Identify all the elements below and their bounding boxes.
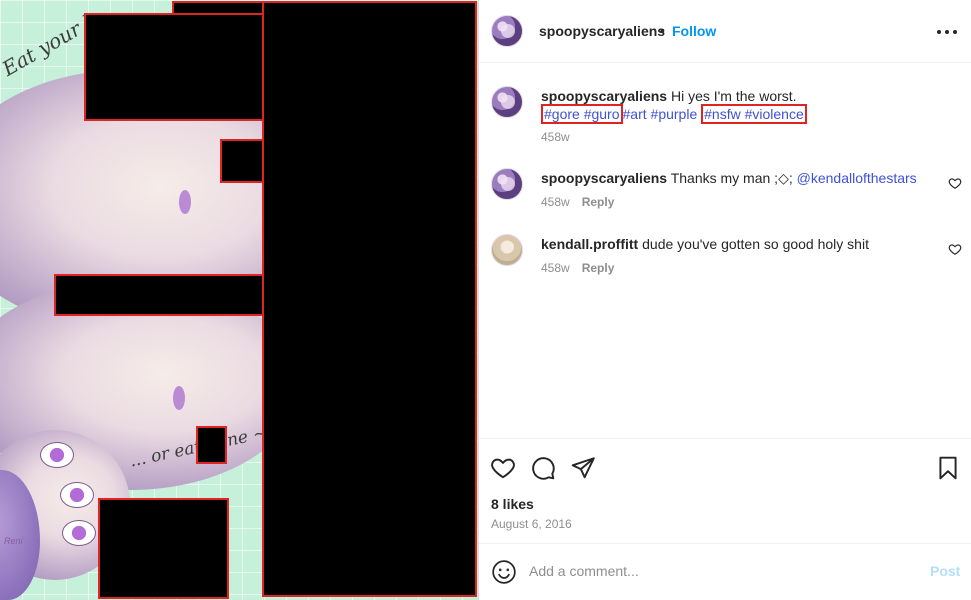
image-detail-2 xyxy=(173,386,185,410)
highlight-box: #nsfw #violence xyxy=(701,104,807,124)
redaction-box xyxy=(84,13,264,121)
caption-username[interactable]: spoopyscaryaliens xyxy=(541,88,667,104)
caption-time[interactable]: 458w xyxy=(541,130,570,144)
comment-icon[interactable] xyxy=(530,455,556,481)
highlight-box: #gore #guro xyxy=(541,104,623,124)
hashtag-link[interactable]: #purple xyxy=(651,106,698,122)
redaction-box xyxy=(54,274,264,316)
hashtag-link[interactable]: #gore xyxy=(544,106,580,122)
image-figure-eye-3 xyxy=(62,520,96,546)
comment-meta: 458w Reply xyxy=(541,195,614,209)
avatar[interactable] xyxy=(491,168,523,200)
hashtag-link[interactable]: #guro xyxy=(584,106,620,122)
avatar[interactable] xyxy=(491,86,523,118)
bookmark-icon[interactable] xyxy=(935,455,961,481)
caption-body: spoopyscaryaliens Hi yes I'm the worst. … xyxy=(541,87,941,124)
comment-username[interactable]: spoopyscaryaliens xyxy=(541,170,667,186)
hashtag-link[interactable]: #nsfw xyxy=(704,106,741,122)
artist-signature: Reni xyxy=(4,536,23,546)
post-image[interactable]: Eat your h ... or eat mine ~ Reni xyxy=(0,0,478,600)
reply-button[interactable]: Reply xyxy=(582,195,615,209)
add-comment-bar: Post xyxy=(479,543,971,600)
comment-time[interactable]: 458w xyxy=(541,195,570,209)
mention-link[interactable]: @kendallofthestars xyxy=(797,170,917,186)
reply-button[interactable]: Reply xyxy=(582,261,615,275)
share-icon[interactable] xyxy=(570,455,596,481)
redaction-box xyxy=(196,426,227,464)
comment-text: Thanks my man ;◇; xyxy=(670,170,793,186)
comment-time[interactable]: 458w xyxy=(541,261,570,275)
heart-outline-icon[interactable] xyxy=(948,242,962,256)
comment-text: dude you've gotten so good holy shit xyxy=(642,236,869,252)
avatar[interactable] xyxy=(491,234,523,266)
follow-button[interactable]: Follow xyxy=(672,23,716,39)
more-options-icon[interactable] xyxy=(935,20,959,44)
comment-body: spoopyscaryaliens Thanks my man ;◇; @ken… xyxy=(541,169,941,187)
redaction-box xyxy=(98,498,229,599)
image-figure-eye-2 xyxy=(60,482,94,508)
likes-count[interactable]: 8 likes xyxy=(491,496,534,512)
post-button[interactable]: Post xyxy=(930,563,960,579)
hashtag-link[interactable]: #violence xyxy=(745,106,804,122)
header-separator: • xyxy=(660,22,665,38)
caption-meta: 458w xyxy=(541,130,570,144)
comment-meta: 458w Reply xyxy=(541,261,614,275)
action-bar: 8 likes August 6, 2016 xyxy=(479,438,971,543)
image-detail-1 xyxy=(179,190,191,214)
comment-input[interactable] xyxy=(529,558,909,584)
post-details-panel: spoopyscaryaliens • Follow spoopyscaryal… xyxy=(478,0,971,600)
comment-username[interactable]: kendall.proffitt xyxy=(541,236,638,252)
header-username[interactable]: spoopyscaryaliens xyxy=(539,23,665,39)
heart-outline-icon[interactable] xyxy=(490,455,516,481)
redaction-box xyxy=(220,139,264,183)
redaction-box xyxy=(262,1,477,597)
heart-outline-icon[interactable] xyxy=(948,176,962,190)
post-header: spoopyscaryaliens • Follow xyxy=(479,0,971,63)
avatar[interactable] xyxy=(491,15,523,47)
caption-text: Hi yes I'm the worst. xyxy=(670,88,797,104)
emoji-icon[interactable] xyxy=(491,559,517,585)
image-figure-eye-1 xyxy=(40,442,74,468)
post-date[interactable]: August 6, 2016 xyxy=(491,517,572,531)
hashtag-link[interactable]: #art xyxy=(623,106,647,122)
comment-body: kendall.proffitt dude you've gotten so g… xyxy=(541,235,941,253)
